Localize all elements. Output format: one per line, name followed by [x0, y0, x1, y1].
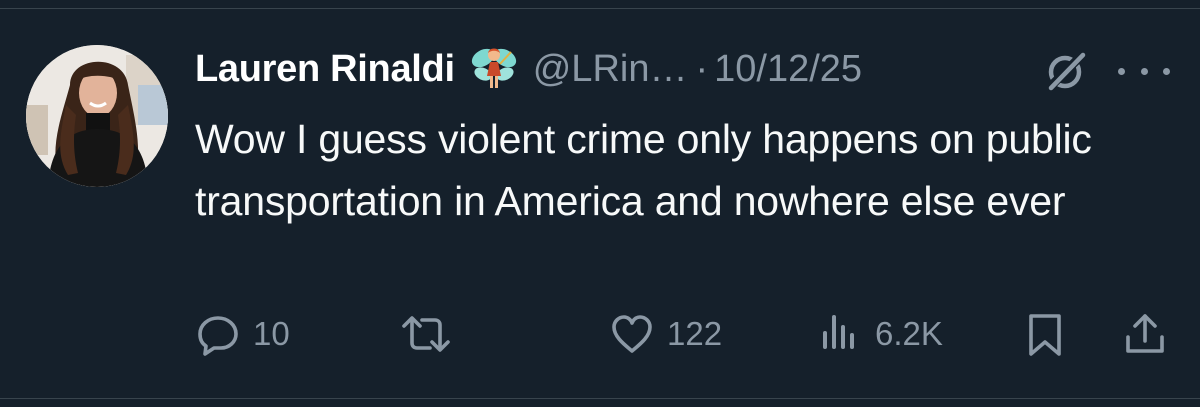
heart-icon	[612, 315, 652, 353]
more-icon[interactable]	[1118, 54, 1170, 88]
tweet-text: Wow I guess violent crime only happens o…	[195, 116, 1092, 224]
retweet-icon	[402, 316, 450, 352]
share-button[interactable]	[1122, 308, 1168, 360]
display-name[interactable]: Lauren Rinaldi	[195, 48, 455, 91]
share-icon	[1126, 314, 1164, 353]
avatar[interactable]	[26, 45, 168, 187]
fairy-emoji-icon	[469, 44, 519, 94]
reply-button[interactable]: 10	[195, 308, 290, 360]
bookmark-icon	[1029, 314, 1061, 356]
handle[interactable]: @LRin…	[533, 48, 688, 91]
tweet-card[interactable]: Lauren Rinaldi @LRin… · 10/12/25 Wow I g…	[0, 0, 1200, 407]
separator-dot: ·	[695, 47, 709, 90]
reply-count: 10	[253, 315, 290, 352]
tweet-date[interactable]: 10/12/25	[714, 48, 862, 91]
like-count: 122	[667, 315, 723, 352]
views-icon	[823, 315, 854, 349]
retweet-button[interactable]	[398, 308, 454, 360]
more-dot	[1118, 67, 1125, 75]
bottom-divider	[0, 398, 1200, 399]
grok-icon[interactable]	[1043, 48, 1089, 94]
bookmark-button[interactable]	[1022, 308, 1068, 360]
like-button[interactable]: 122	[609, 308, 722, 360]
avatar-image	[26, 45, 168, 187]
action-bar: 10 122 6.2K	[0, 308, 1200, 360]
more-dot	[1163, 67, 1170, 75]
more-dot	[1140, 67, 1148, 75]
top-divider	[0, 8, 1200, 9]
views-button[interactable]: 6.2K	[817, 308, 943, 360]
reply-icon	[198, 316, 238, 356]
tweet-header: Lauren Rinaldi @LRin… · 10/12/25	[195, 44, 862, 94]
views-count: 6.2K	[875, 315, 943, 352]
